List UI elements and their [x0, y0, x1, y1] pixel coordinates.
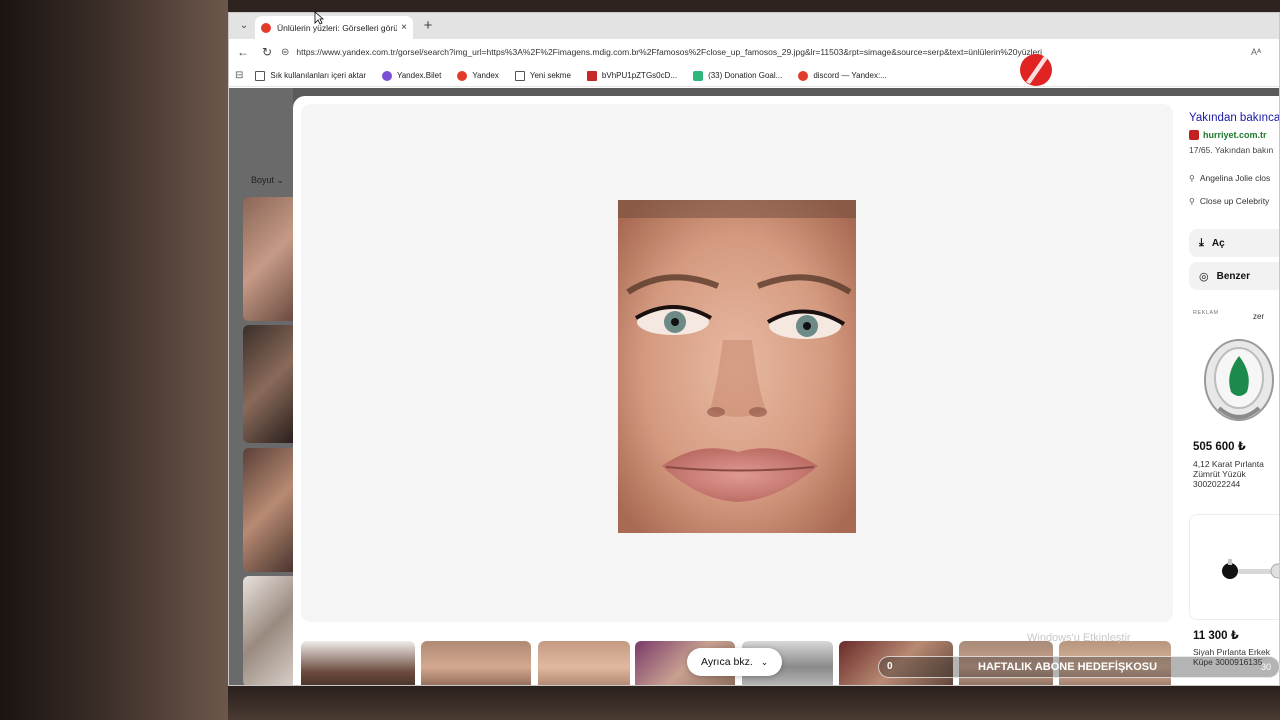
result-thumbnail[interactable]: [243, 576, 293, 685]
lens-icon: ◎: [1199, 270, 1209, 283]
open-button[interactable]: ⤓ Aç: [1189, 229, 1279, 257]
image-info-panel: Yakından bakınca hurriyet.com.tr 17/65. …: [1181, 96, 1279, 685]
result-thumbnail[interactable]: [243, 197, 293, 321]
yandex-icon: [457, 70, 468, 81]
bookmark-donation-goal[interactable]: (33) Donation Goal...: [693, 70, 783, 81]
page-icon: [514, 70, 525, 81]
hurriyet-favicon-icon: [1189, 130, 1199, 140]
bookmark-discord-yandex[interactable]: discord — Yandex:...: [798, 70, 887, 81]
search-suggestion[interactable]: ⚲ Angelina Jolie clos: [1189, 169, 1270, 187]
download-icon: ⤓: [1199, 236, 1204, 249]
result-thumbnail[interactable]: [243, 448, 293, 572]
related-thumbnail[interactable]: [538, 641, 630, 685]
image-description: 17/65. Yakından bakın: [1189, 145, 1274, 155]
tab-list-chevron-icon[interactable]: ⌄: [235, 18, 253, 34]
suggestion-label: Angelina Jolie clos: [1199, 173, 1271, 183]
emerald-ring-image: [1204, 339, 1274, 421]
related-thumbnail[interactable]: [301, 641, 415, 685]
yandex-icon: [798, 70, 809, 81]
search-icon: ⚲: [1189, 173, 1195, 183]
bynogame-logo: ByNoGame: [1018, 52, 1239, 88]
open-label: Aç: [1211, 237, 1225, 249]
chevron-down-icon: ⌄: [276, 175, 285, 185]
goal-label: HAFTALIK ABONE HEDEFİŞKOSU: [978, 661, 1158, 673]
search-icon: ⚲: [1189, 196, 1195, 206]
blurred-background-left: [0, 0, 228, 720]
bookmarks-menu-icon[interactable]: ⊟: [235, 70, 243, 81]
site-info-icon[interactable]: ⊜: [281, 47, 289, 58]
bookmark-label: discord — Yandex:...: [813, 71, 887, 80]
ad-product-image[interactable]: [1189, 514, 1279, 620]
bookmark-new-tab[interactable]: Yeni sekme: [514, 70, 571, 81]
bookmark-label: bVhPU1pZTGs0cD...: [601, 71, 678, 80]
results-column: Boyut ⌄: [229, 88, 293, 685]
bynogame-logo-text: ByNoGame: [1058, 52, 1239, 88]
suggestion-label: Close up Celebrity: [1199, 196, 1270, 206]
ad-brand: zer: [1253, 312, 1265, 321]
result-thumbnail[interactable]: [243, 325, 293, 443]
related-thumbnail[interactable]: [421, 641, 531, 685]
bookmark-pdf[interactable]: bVhPU1pZTGs0cD...: [586, 70, 678, 81]
bookmark-yandex[interactable]: Yandex: [457, 70, 499, 81]
ad-product-image[interactable]: [1189, 330, 1279, 428]
face-closeup-image: [618, 200, 856, 533]
image-viewer: [301, 104, 1173, 622]
search-suggestion[interactable]: ⚲ Close up Celebrity: [1189, 192, 1269, 210]
browser-window: ⌄ Ünlülerin yüzleri: Görselleri görüntül…: [228, 12, 1280, 686]
blurred-background-bottom: [228, 686, 1280, 720]
size-filter[interactable]: Boyut ⌄: [251, 175, 284, 186]
similar-label: Benzer: [1216, 270, 1250, 282]
yandex-favicon-icon: [261, 22, 271, 33]
tab-title: Ünlülerin yüzleri: Görselleri görüntüle: [277, 22, 398, 33]
back-icon[interactable]: ←: [233, 45, 253, 59]
tab-close-icon[interactable]: ×: [401, 22, 407, 33]
new-tab-button[interactable]: +: [419, 17, 437, 35]
page-content: Boyut ⌄ Windows'u Etkinleştir Ayrıca bkz…: [229, 88, 1279, 685]
goal-target-count: 30: [1260, 662, 1271, 672]
product-price: 505 600 ₺: [1193, 441, 1246, 453]
streamlabs-icon: [693, 70, 704, 81]
goal-current-count: 0: [887, 661, 893, 672]
yandex-bilet-icon: [381, 70, 392, 81]
see-also-button[interactable]: Ayrıca bkz. ⌄: [687, 648, 783, 676]
image-title-link[interactable]: Yakından bakınca: [1189, 112, 1279, 124]
bynogame-logo-icon: [1020, 54, 1052, 86]
main-image[interactable]: [618, 200, 856, 533]
image-viewer-modal: Windows'u Etkinleştir Ayrıca bkz. ⌄ Yakı…: [293, 96, 1279, 685]
bookmark-label: Yandex: [472, 71, 499, 80]
source-domain: hurriyet.com.tr: [1203, 130, 1267, 140]
size-filter-label: Boyut: [251, 175, 275, 185]
bookmark-label: Sık kullanılanları içeri aktar: [270, 71, 366, 80]
windows-activation-watermark: Windows'u Etkinleştir: [1027, 632, 1131, 644]
chevron-down-icon: ⌄: [760, 656, 769, 667]
folder-icon: [255, 70, 266, 81]
read-aloud-icon[interactable]: Aᴬ: [1251, 47, 1275, 57]
bookmark-label: (33) Donation Goal...: [708, 71, 783, 80]
similar-button[interactable]: ◎ Benzer: [1189, 262, 1279, 290]
source-link[interactable]: hurriyet.com.tr: [1189, 130, 1267, 140]
mouse-cursor-icon: [314, 11, 324, 25]
black-diamond-earring-image: [1222, 559, 1279, 579]
see-also-label: Ayrıca bkz.: [701, 656, 753, 668]
pdf-icon: [586, 70, 597, 81]
bookmark-label: Yandex.Bilet: [396, 71, 442, 80]
tab-active[interactable]: Ünlülerin yüzleri: Görselleri görüntüle …: [255, 16, 413, 39]
product-description[interactable]: 4,12 Karat Pırlanta Zümrüt Yüzük 3002022…: [1193, 459, 1279, 489]
ad-label: REKLAM: [1193, 310, 1219, 316]
tab-bar: ⌄ Ünlülerin yüzleri: Görselleri görüntül…: [229, 13, 1279, 39]
product-price: 11 300 ₺: [1193, 630, 1239, 642]
bookmark-import[interactable]: Sık kullanılanları içeri aktar: [255, 70, 366, 81]
bookmark-yandex-bilet[interactable]: Yandex.Bilet: [381, 70, 442, 81]
bookmark-label: Yeni sekme: [529, 71, 571, 80]
subscriber-goal-widget: 0 HAFTALIK ABONE HEDEFİŞKOSU 30: [878, 656, 1280, 678]
reload-icon[interactable]: ↻: [257, 45, 277, 59]
blurred-background-top: [228, 0, 1280, 12]
